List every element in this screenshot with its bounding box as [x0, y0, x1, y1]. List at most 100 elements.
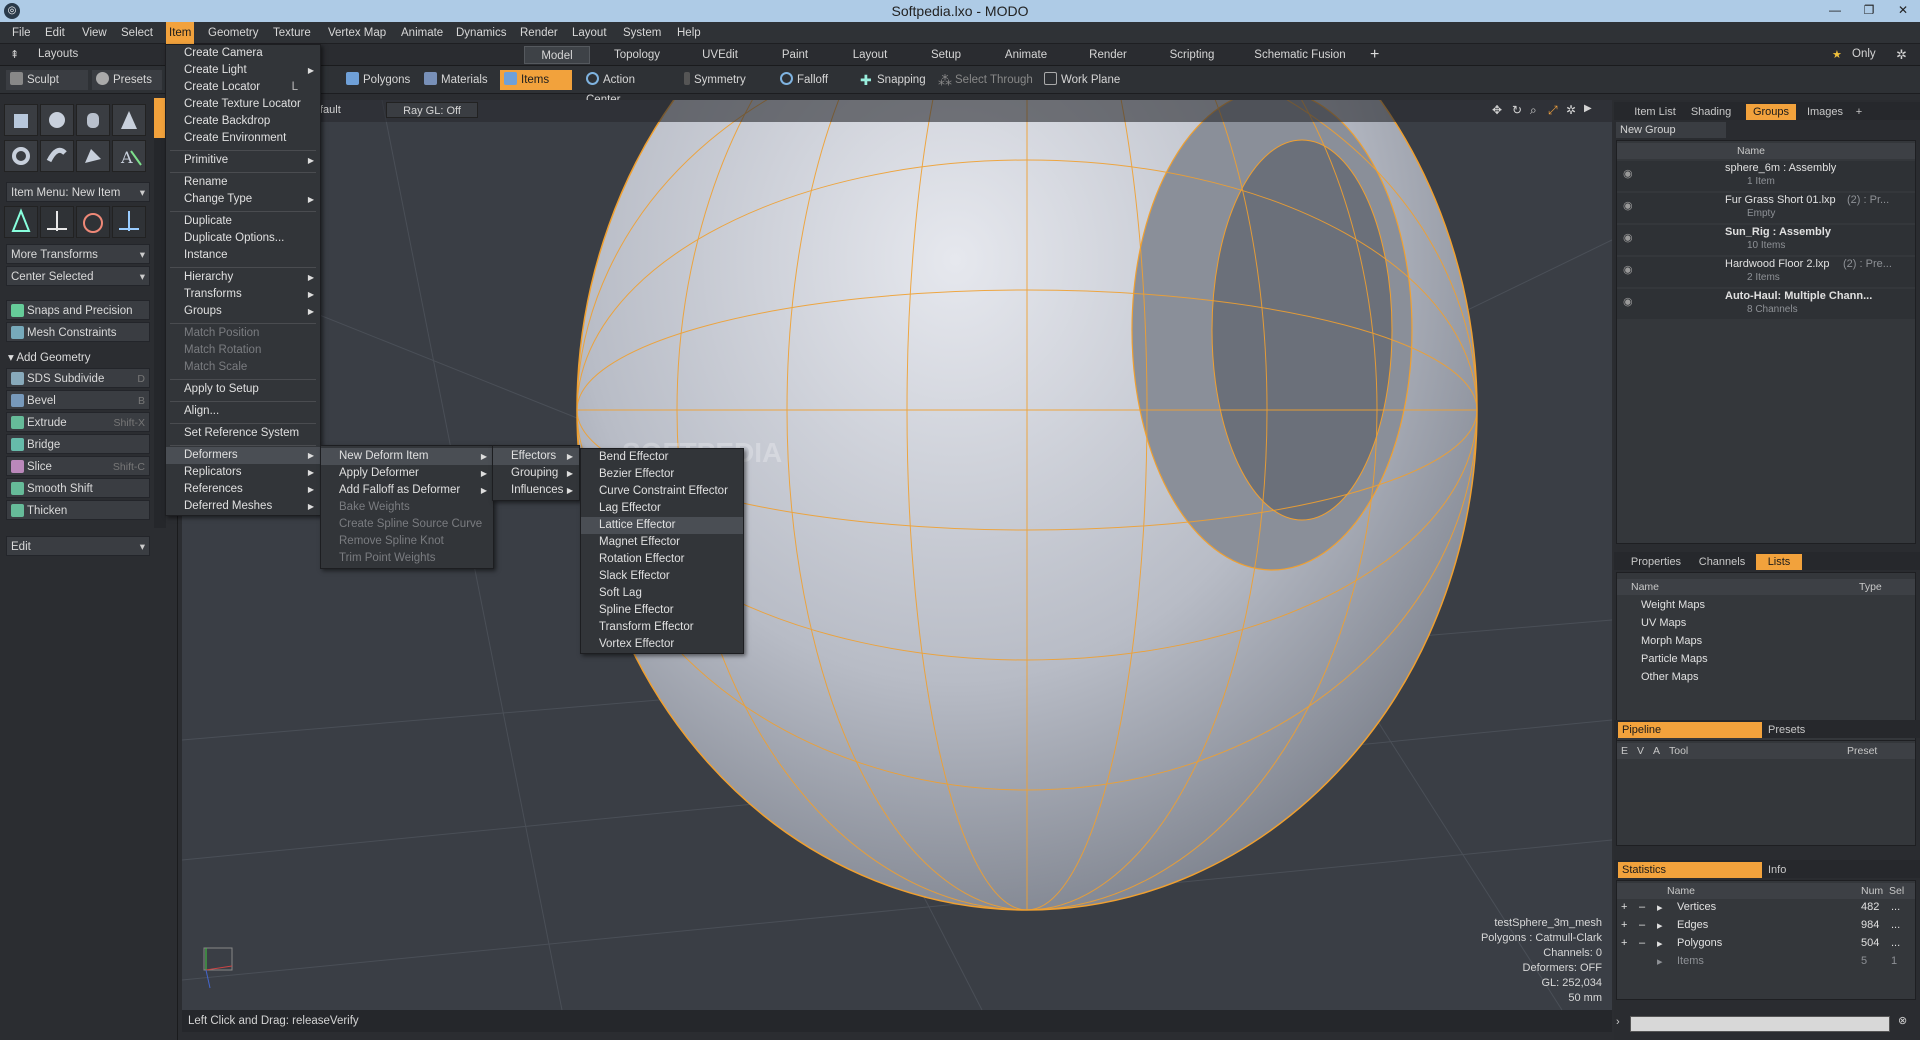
- polygons-mode-button[interactable]: Polygons: [342, 70, 418, 90]
- expand-arrow-icon[interactable]: ▸: [1657, 937, 1663, 950]
- minus-icon[interactable]: –: [1639, 901, 1645, 913]
- expand-plus-icon[interactable]: +: [1621, 901, 1627, 913]
- menu-create-texture-locator[interactable]: Create Texture Locator: [166, 96, 320, 113]
- tab-animate[interactable]: Animate: [986, 46, 1066, 64]
- minus-icon[interactable]: –: [1639, 919, 1645, 931]
- scale-tool[interactable]: [76, 206, 110, 238]
- text-tool[interactable]: A: [112, 140, 146, 172]
- shading-mode-label[interactable]: fault: [320, 104, 341, 116]
- zoom-icon[interactable]: ⌕: [1530, 103, 1537, 118]
- pan-icon[interactable]: ✥: [1492, 103, 1502, 117]
- menu-remove-spline-knot[interactable]: Remove Spline Knot: [321, 533, 493, 550]
- menu-curve-constraint-effector[interactable]: Curve Constraint Effector: [581, 483, 743, 500]
- tab-paint[interactable]: Paint: [760, 46, 830, 64]
- menu-spline-effector[interactable]: Spline Effector: [581, 602, 743, 619]
- menu-vortex-effector[interactable]: Vortex Effector: [581, 636, 743, 653]
- tab-scripting[interactable]: Scripting: [1150, 46, 1234, 64]
- work-plane-button[interactable]: Work Plane: [1040, 70, 1130, 90]
- menu-align[interactable]: Align...: [166, 403, 320, 420]
- command-history-icon[interactable]: ⊗: [1898, 1014, 1907, 1027]
- only-label[interactable]: Only: [1852, 48, 1876, 60]
- menu-item[interactable]: Item: [166, 22, 195, 44]
- menu-groups[interactable]: Groups ▶: [166, 303, 320, 320]
- capsule-tool[interactable]: [40, 140, 74, 172]
- menu-apply-to-setup[interactable]: Apply to Setup: [166, 381, 320, 398]
- item-menu-dropdown[interactable]: Item Menu: New Item ▾: [6, 182, 150, 202]
- minus-icon[interactable]: –: [1639, 937, 1645, 949]
- menu-effectors[interactable]: Effectors ▶: [493, 448, 579, 465]
- menu-animate[interactable]: Animate: [398, 22, 446, 44]
- expand-plus-icon[interactable]: +: [1621, 937, 1627, 949]
- cube-tool[interactable]: [4, 104, 38, 136]
- materials-mode-button[interactable]: Materials: [420, 70, 496, 90]
- add-tab-icon[interactable]: +: [1852, 104, 1866, 120]
- layouts-label[interactable]: Layouts: [38, 48, 78, 60]
- star-icon[interactable]: ★: [1832, 48, 1842, 61]
- layouts-icon[interactable]: ⇞: [10, 48, 19, 61]
- menu-create-light[interactable]: Create Light ▶: [166, 62, 320, 79]
- menu-create-locator[interactable]: Create Locator L: [166, 79, 320, 96]
- menu-add-falloff-as-deformer[interactable]: Add Falloff as Deformer ▶: [321, 482, 493, 499]
- menu-help[interactable]: Help: [674, 22, 704, 44]
- tab-model[interactable]: Model: [524, 46, 590, 64]
- menu-create-spline-source-curve[interactable]: Create Spline Source Curve: [321, 516, 493, 533]
- move-tool[interactable]: [4, 206, 38, 238]
- tab-uvedit[interactable]: UVEdit: [684, 46, 756, 64]
- restore-button[interactable]: ❐: [1852, 0, 1886, 20]
- tab-render[interactable]: Render: [1070, 46, 1146, 64]
- action-center-button[interactable]: Action Center: [582, 70, 672, 106]
- menu-grouping[interactable]: Grouping ▶: [493, 465, 579, 482]
- list-item[interactable]: Weight Maps: [1617, 599, 1915, 611]
- menu-instance[interactable]: Instance: [166, 247, 320, 264]
- extrude-button[interactable]: Extrude Shift-X: [6, 412, 150, 432]
- eye-icon[interactable]: ◉: [1623, 231, 1633, 244]
- symmetry-button[interactable]: Symmetry: [680, 70, 760, 90]
- select-through-button[interactable]: ⁂ Select Through: [934, 70, 1034, 90]
- menu-rename[interactable]: Rename: [166, 174, 320, 191]
- menu-primitive[interactable]: Primitive ▶: [166, 152, 320, 169]
- raygl-toggle[interactable]: Ray GL: Off: [386, 102, 478, 118]
- list-item[interactable]: Other Maps: [1617, 671, 1915, 683]
- close-button[interactable]: ✕: [1886, 0, 1920, 20]
- menu-render[interactable]: Render: [517, 22, 561, 44]
- menu-slack-effector[interactable]: Slack Effector: [581, 568, 743, 585]
- expand-plus-icon[interactable]: +: [1621, 919, 1627, 931]
- menu-create-environment[interactable]: Create Environment: [166, 130, 320, 147]
- menu-new-deform-item[interactable]: New Deform Item ▶: [321, 448, 493, 465]
- list-item[interactable]: UV Maps: [1617, 617, 1915, 629]
- menu-set-reference-system[interactable]: Set Reference System: [166, 425, 320, 442]
- menu-lattice-effector[interactable]: Lattice Effector: [581, 517, 743, 534]
- more-transforms-dropdown[interactable]: More Transforms ▾: [6, 244, 150, 264]
- menu-bezier-effector[interactable]: Bezier Effector: [581, 466, 743, 483]
- expand-arrow-icon[interactable]: ▸: [1657, 901, 1663, 914]
- tab-pipeline[interactable]: Pipeline: [1618, 722, 1762, 738]
- add-geometry-header[interactable]: ▾ Add Geometry: [8, 350, 91, 364]
- edit-dropdown[interactable]: Edit ▾: [6, 536, 150, 556]
- tab-topology[interactable]: Topology: [594, 46, 680, 64]
- tab-channels[interactable]: Channels: [1692, 554, 1752, 570]
- slice-button[interactable]: Slice Shift-C: [6, 456, 150, 476]
- list-item[interactable]: Particle Maps: [1617, 653, 1915, 665]
- expand-arrow-icon[interactable]: ▸: [1657, 955, 1663, 968]
- bridge-button[interactable]: Bridge: [6, 434, 150, 454]
- menu-edit[interactable]: Edit: [42, 22, 68, 44]
- sphere-tool[interactable]: [40, 104, 74, 136]
- viewport-gear-icon[interactable]: ✲: [1566, 103, 1576, 117]
- group-row[interactable]: Hardwood Floor 2.lxp (2) : Pre... 2 Items ◉: [1617, 257, 1915, 287]
- rotate-tool[interactable]: [40, 206, 74, 238]
- eye-icon[interactable]: ◉: [1623, 199, 1633, 212]
- menu-match-scale[interactable]: Match Scale: [166, 359, 320, 376]
- items-mode-button[interactable]: Items: [500, 70, 572, 90]
- menu-references[interactable]: References ▶: [166, 481, 320, 498]
- tab-shading[interactable]: Shading: [1684, 104, 1738, 120]
- menu-create-backdrop[interactable]: Create Backdrop: [166, 113, 320, 130]
- menu-view[interactable]: View: [79, 22, 110, 44]
- tab-statistics[interactable]: Statistics: [1618, 862, 1762, 878]
- menu-select[interactable]: Select: [118, 22, 156, 44]
- gear-icon[interactable]: ✲: [1896, 47, 1907, 63]
- menu-replicators[interactable]: Replicators ▶: [166, 464, 320, 481]
- thicken-button[interactable]: Thicken: [6, 500, 150, 520]
- tab-info[interactable]: Info: [1764, 862, 1908, 878]
- pen-tool[interactable]: [76, 140, 110, 172]
- tab-images[interactable]: Images: [1800, 104, 1850, 120]
